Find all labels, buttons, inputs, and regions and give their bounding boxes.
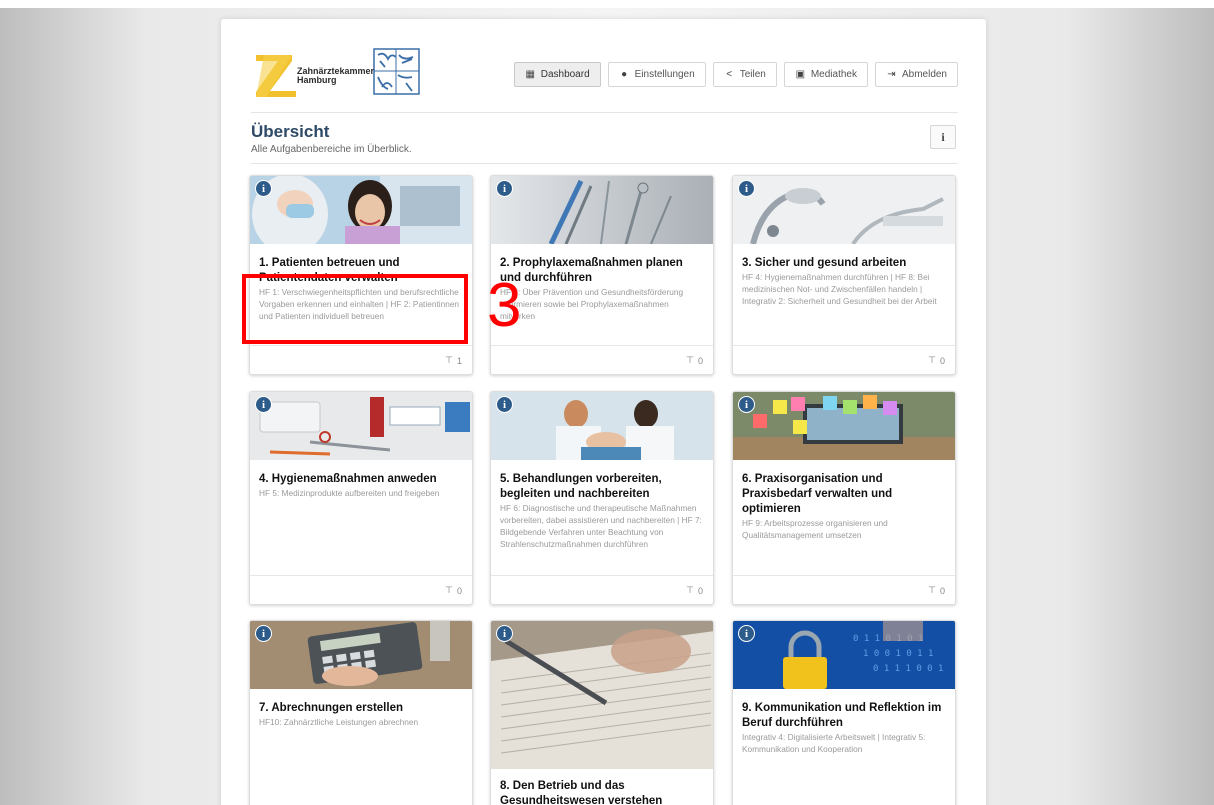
overview-info-button[interactable]: i xyxy=(930,125,956,149)
card-8-image: i xyxy=(491,621,713,769)
card-4-info-icon[interactable]: i xyxy=(255,396,272,413)
grid-icon: ▦ xyxy=(525,69,535,80)
card-5-pin[interactable]: ⊤ 0 xyxy=(686,585,703,596)
pin-icon: ⊤ xyxy=(928,355,936,365)
card-2-pin-count: 0 xyxy=(697,355,703,366)
card-7-image: i xyxy=(250,621,472,689)
card-2-info-icon[interactable]: i xyxy=(496,180,513,197)
card-2-image: i xyxy=(491,176,713,244)
logo-text-line2: Hamburg xyxy=(297,75,337,85)
card-5[interactable]: i 5. Behandlungen vorbereiten, begleiten… xyxy=(490,391,714,605)
card-3-image: i xyxy=(733,176,955,244)
nav-abmelden-button[interactable]: ⇥ Abmelden xyxy=(874,62,958,87)
card-7-title: 7. Abrechnungen erstellen xyxy=(259,702,403,714)
window-top-edge xyxy=(0,0,1214,8)
card-8-title: 8. Den Betrieb und das Gesundheitswesen … xyxy=(500,780,663,805)
nav-dashboard-button[interactable]: ▦ Dashboard xyxy=(513,62,601,87)
card-2[interactable]: i 2. Prophylaxemaßnahmen planen und durc… xyxy=(490,175,714,375)
card-5-image: i xyxy=(491,392,713,460)
annotation-number: 3 xyxy=(487,271,522,340)
card-6[interactable]: i 6. Praxisorganisation und Praxisbedarf… xyxy=(732,391,956,605)
card-4-pin-count: 0 xyxy=(456,585,462,596)
card-3-title: 3. Sicher und gesund arbeiten xyxy=(742,257,907,269)
card-3-pin-count: 0 xyxy=(939,355,945,366)
card-9-image: 0 1 1 0 1 0 1 1 0 0 1 0 1 1 0 1 1 1 0 0 … xyxy=(733,621,955,689)
card-4[interactable]: i 4. Hygienemaßnahmen anweden HF 5: Medi… xyxy=(249,391,473,605)
svg-text:0 1 1 1 0 0 1: 0 1 1 1 0 0 1 xyxy=(873,664,943,674)
card-3[interactable]: i 3. Sicher und gesund arbeiten HF 4: Hy… xyxy=(732,175,956,375)
page-title: Übersicht xyxy=(251,122,330,141)
header-divider xyxy=(251,112,958,113)
card-6-image: i xyxy=(733,392,955,460)
nav-mediathek-label: Mediathek xyxy=(810,69,857,80)
card-2-desc: HF 3: Über Prävention und Gesundheitsför… xyxy=(500,287,684,321)
user-icon: ● xyxy=(621,69,628,80)
card-1-pin-count: 1 xyxy=(456,355,462,366)
page-subtitle: Alle Aufgabenbereiche im Überblick. xyxy=(251,144,412,155)
card-8[interactable]: i 8. Den Betrieb und das Gesundheitswese… xyxy=(490,620,714,805)
card-7-info-icon[interactable]: i xyxy=(255,625,272,642)
logout-icon: ⇥ xyxy=(887,69,896,80)
card-7[interactable]: i 7. Abrechnungen erstellen HF10: Zahnär… xyxy=(249,620,473,805)
nav-dashboard-label: Dashboard xyxy=(540,69,590,80)
pin-icon: ⊤ xyxy=(686,355,694,365)
card-5-desc: HF 6: Diagnostische und therapeutische M… xyxy=(500,503,702,549)
card-5-info-icon[interactable]: i xyxy=(496,396,513,413)
card-5-footer: ⊤ 0 xyxy=(491,575,713,604)
card-7-desc: HF10: Zahnärztliche Leistungen abrechnen xyxy=(259,717,419,727)
card-5-title: 5. Behandlungen vorbereiten, begleiten u… xyxy=(500,473,662,500)
annotation-highlight-box xyxy=(242,274,468,344)
card-1-footer: ⊤ 1 xyxy=(250,345,472,374)
card-8-info-icon[interactable]: i xyxy=(496,625,513,642)
card-2-footer: ⊤ 0 xyxy=(491,345,713,374)
image-icon: ▣ xyxy=(795,69,806,80)
card-1-info-icon[interactable]: i xyxy=(255,180,272,197)
card-6-desc: HF 9: Arbeitsprozesse organisieren und Q… xyxy=(742,518,888,540)
card-6-pin[interactable]: ⊤ 0 xyxy=(928,585,945,596)
header: Zahnärztekammer Hamburg ▦ Dashboard ● Ei… xyxy=(251,47,958,107)
card-9-title: 9. Kommunikation und Reflektion im Beruf… xyxy=(742,702,942,729)
pin-icon: ⊤ xyxy=(686,585,694,595)
card-6-pin-count: 0 xyxy=(939,585,945,596)
card-3-pin[interactable]: ⊤ 0 xyxy=(928,355,945,366)
card-4-title: 4. Hygienemaßnahmen anweden xyxy=(259,473,437,485)
card-4-image: i xyxy=(250,392,472,460)
nav-teilen-label: Teilen xyxy=(739,69,766,80)
card-5-pin-count: 0 xyxy=(697,585,703,596)
card-2-title: 2. Prophylaxemaßnahmen planen und durchf… xyxy=(500,257,683,284)
card-3-desc: HF 4: Hygienemaßnahmen durchführen | HF … xyxy=(742,272,937,306)
nav-abmelden-label: Abmelden xyxy=(901,69,947,80)
nav-mediathek-button[interactable]: ▣ Mediathek xyxy=(783,62,868,87)
nav-einstellungen-label: Einstellungen xyxy=(634,69,695,80)
card-3-footer: ⊤ 0 xyxy=(733,345,955,374)
card-9[interactable]: 0 1 1 0 1 0 1 1 0 0 1 0 1 1 0 1 1 1 0 0 … xyxy=(732,620,956,805)
nav-teilen-button[interactable]: < Teilen xyxy=(712,62,777,87)
pin-icon: ⊤ xyxy=(445,585,453,595)
card-6-info-icon[interactable]: i xyxy=(738,396,755,413)
card-4-desc: HF 5: Medizinprodukte aufbereiten und fr… xyxy=(259,488,440,498)
card-6-footer: ⊤ 0 xyxy=(733,575,955,604)
card-3-info-icon[interactable]: i xyxy=(738,180,755,197)
nav-einstellungen-button[interactable]: ● Einstellungen xyxy=(607,62,706,87)
pin-icon: ⊤ xyxy=(445,355,453,365)
card-9-desc: Integrativ 4: Digitalisierte Arbeitswelt… xyxy=(742,732,926,754)
share-icon: < xyxy=(726,69,733,80)
dashboard-page: Zahnärztekammer Hamburg ▦ Dashboard ● Ei… xyxy=(221,19,986,805)
logo[interactable]: Zahnärztekammer Hamburg xyxy=(256,47,426,103)
card-2-pin[interactable]: ⊤ 0 xyxy=(686,355,703,366)
card-1-pin[interactable]: ⊤ 1 xyxy=(445,355,462,366)
card-4-footer: ⊤ 0 xyxy=(250,575,472,604)
title-divider xyxy=(251,163,958,164)
card-6-title: 6. Praxisorganisation und Praxisbedarf v… xyxy=(742,473,893,515)
card-9-info-icon[interactable]: i xyxy=(738,625,755,642)
card-1-image: i xyxy=(250,176,472,244)
top-nav: ▦ Dashboard ● Einstellungen < Teilen ▣ M… xyxy=(513,62,958,87)
card-4-pin[interactable]: ⊤ 0 xyxy=(445,585,462,596)
svg-text:1 0 0 1 0 1 1: 1 0 0 1 0 1 1 xyxy=(863,649,933,659)
pin-icon: ⊤ xyxy=(928,585,936,595)
